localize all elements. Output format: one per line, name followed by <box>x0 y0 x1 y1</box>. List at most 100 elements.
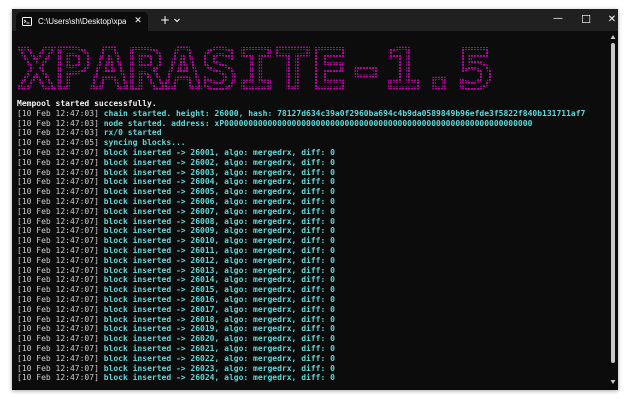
log-line: [10 Feb 12:47:07] block inserted -> 2600… <box>17 226 609 236</box>
log-message: block inserted -> 26023, algo: mergedrx,… <box>103 363 335 373</box>
maximize-button[interactable]: ☐ <box>572 9 600 31</box>
log-message: block inserted -> 26017, algo: mergedrx,… <box>103 304 335 314</box>
log-line: [10 Feb 12:47:03] rx/0 started <box>17 128 609 138</box>
log-line: [10 Feb 12:47:07] block inserted -> 2601… <box>17 285 609 295</box>
log-timestamp: [10 Feb 12:47:07] <box>17 314 99 324</box>
log-line: [10 Feb 12:47:07] block inserted -> 2600… <box>17 217 609 227</box>
log-message: rx/0 started <box>103 128 162 138</box>
log-line: [10 Feb 12:47:07] block inserted -> 2601… <box>17 295 609 305</box>
log-message: block inserted -> 26008, algo: mergedrx,… <box>103 216 335 226</box>
new-tab-button[interactable]: + <box>158 13 172 27</box>
log-line: [10 Feb 12:47:05] syncing blocks... <box>17 138 609 148</box>
console-output[interactable]: XPARASITE-1.5 Mempool started successful… <box>12 31 618 390</box>
log-line: [10 Feb 12:47:07] block inserted -> 2601… <box>17 324 609 334</box>
log-message: block inserted -> 26019, algo: mergedrx,… <box>103 324 335 334</box>
log-output: Mempool started successfully. [10 Feb 12:… <box>17 99 609 389</box>
title-bar[interactable]: C:\Users\sh\Desktop\xparasite.exe ✕ + — … <box>12 9 618 31</box>
scroll-down-icon[interactable] <box>610 378 616 386</box>
scroll-thumb[interactable] <box>611 43 615 363</box>
log-line: [10 Feb 12:47:07] block inserted -> 2602… <box>17 364 609 374</box>
log-timestamp: [10 Feb 12:47:07] <box>17 226 99 236</box>
log-line: [10 Feb 12:47:07] block inserted -> 2601… <box>17 236 609 246</box>
log-timestamp: [10 Feb 12:47:07] <box>17 304 99 314</box>
log-message: block inserted -> 26011, algo: mergedrx,… <box>103 245 335 255</box>
log-timestamp: [10 Feb 12:47:07] <box>17 187 99 197</box>
log-line: [10 Feb 12:47:07] block inserted -> 2602… <box>17 354 609 364</box>
log-line: [10 Feb 12:47:07] block inserted -> 2600… <box>17 187 609 197</box>
log-timestamp: [10 Feb 12:47:07] <box>17 236 99 246</box>
log-message: block inserted -> 26013, algo: mergedrx,… <box>103 265 335 275</box>
log-message: Mempool started successfully. <box>17 99 157 108</box>
log-line: [10 Feb 12:47:07] block inserted -> 2601… <box>17 246 609 256</box>
log-line: [10 Feb 12:47:07] block inserted -> 2601… <box>17 305 609 315</box>
log-message: block inserted -> 26010, algo: mergedrx,… <box>103 236 335 246</box>
log-timestamp: [10 Feb 12:47:05] <box>17 138 99 148</box>
log-timestamp: [10 Feb 12:47:07] <box>17 177 99 187</box>
log-timestamp: [10 Feb 12:47:07] <box>17 334 99 344</box>
log-line: [10 Feb 12:47:07] block inserted -> 2600… <box>17 197 609 207</box>
log-timestamp: [10 Feb 12:47:07] <box>17 206 99 216</box>
log-line: [10 Feb 12:47:07] block inserted -> 2601… <box>17 315 609 325</box>
log-message: block inserted -> 26001, algo: mergedrx,… <box>103 147 335 157</box>
log-timestamp: [10 Feb 12:47:07] <box>17 255 99 265</box>
log-line: [10 Feb 12:47:03] node started. address:… <box>17 119 609 129</box>
log-timestamp: [10 Feb 12:47:07] <box>17 167 99 177</box>
log-message: block inserted -> 26016, algo: mergedrx,… <box>103 294 335 304</box>
banner-art: XPARASITE-1.5 <box>18 40 496 93</box>
log-timestamp: [10 Feb 12:47:03] <box>17 108 99 118</box>
log-message: block inserted -> 26012, algo: mergedrx,… <box>103 255 335 265</box>
log-timestamp: [10 Feb 12:47:03] <box>17 128 99 138</box>
log-timestamp: [10 Feb 12:47:07] <box>17 373 99 383</box>
log-timestamp: [10 Feb 12:47:07] <box>17 353 99 363</box>
log-line: [10 Feb 12:47:07] block inserted -> 2600… <box>17 168 609 178</box>
log-message: block inserted -> 26006, algo: mergedrx,… <box>103 196 335 206</box>
log-timestamp: [10 Feb 12:47:03] <box>17 118 99 128</box>
tab-xparasite[interactable]: C:\Users\sh\Desktop\xparasite.exe ✕ <box>16 12 148 31</box>
log-timestamp: [10 Feb 12:47:07] <box>17 147 99 157</box>
log-line: [10 Feb 12:47:07] block inserted -> 2600… <box>17 177 609 187</box>
minimize-button[interactable]: — <box>544 9 572 31</box>
log-timestamp: [10 Feb 12:47:07] <box>17 275 99 285</box>
log-message: block inserted -> 26021, algo: mergedrx,… <box>103 343 335 353</box>
log-timestamp: [10 Feb 12:47:07] <box>17 324 99 334</box>
log-timestamp: [10 Feb 12:47:07] <box>17 265 99 275</box>
log-message: block inserted -> 26022, algo: mergedrx,… <box>103 353 335 363</box>
terminal-icon <box>22 17 32 26</box>
log-message: block inserted -> 26007, algo: mergedrx,… <box>103 206 335 216</box>
scroll-up-icon[interactable] <box>610 33 616 41</box>
log-line: [10 Feb 12:47:07] block inserted -> 2602… <box>17 344 609 354</box>
chevron-down-icon[interactable] <box>171 14 183 26</box>
log-line: [10 Feb 12:47:07] block inserted -> 2602… <box>17 373 609 383</box>
log-line: [10 Feb 12:47:07] block inserted -> 2601… <box>17 275 609 285</box>
log-message: node started. address: xP000000000000000… <box>103 118 533 128</box>
log-message: block inserted -> 26005, algo: mergedrx,… <box>103 187 335 197</box>
log-message: chain started. height: 26000, hash: 7812… <box>103 108 586 118</box>
log-line: [10 Feb 12:47:07] block inserted -> 2600… <box>17 158 609 168</box>
log-message: syncing blocks... <box>103 138 186 148</box>
close-button[interactable]: ✕ <box>598 9 618 31</box>
log-line: [10 Feb 12:47:07] block inserted -> 2601… <box>17 256 609 266</box>
log-message: block inserted -> 26018, algo: mergedrx,… <box>103 314 335 324</box>
log-timestamp: [10 Feb 12:47:07] <box>17 343 99 353</box>
log-message: block inserted -> 26002, algo: mergedrx,… <box>103 157 335 167</box>
ascii-banner: XPARASITE-1.5 <box>18 40 498 93</box>
log-message: block inserted -> 26009, algo: mergedrx,… <box>103 226 335 236</box>
banner-text: XPARASITE-1.5 <box>18 40 494 93</box>
log-message: block inserted -> 26003, algo: mergedrx,… <box>103 167 335 177</box>
log-timestamp: [10 Feb 12:47:07] <box>17 157 99 167</box>
terminal-window: C:\Users\sh\Desktop\xparasite.exe ✕ + — … <box>12 9 618 390</box>
tab-close-icon[interactable]: ✕ <box>132 15 144 27</box>
log-timestamp: [10 Feb 12:47:07] <box>17 245 99 255</box>
vertical-scrollbar[interactable] <box>610 31 616 390</box>
log-message: block inserted -> 26014, algo: mergedrx,… <box>103 275 335 285</box>
log-line: [10 Feb 12:47:07] block inserted -> 2601… <box>17 266 609 276</box>
log-timestamp: [10 Feb 12:47:07] <box>17 285 99 295</box>
log-message: block inserted -> 26020, algo: mergedrx,… <box>103 334 335 344</box>
log-line: [10 Feb 12:47:07] block inserted -> 2600… <box>17 207 609 217</box>
log-timestamp: [10 Feb 12:47:07] <box>17 294 99 304</box>
log-line: [10 Feb 12:47:07] block inserted -> 2602… <box>17 334 609 344</box>
log-line: [10 Feb 12:47:07] block inserted -> 2600… <box>17 148 609 158</box>
log-timestamp: [10 Feb 12:47:07] <box>17 196 99 206</box>
log-message: block inserted -> 26004, algo: mergedrx,… <box>103 177 335 187</box>
log-timestamp: [10 Feb 12:47:07] <box>17 363 99 373</box>
